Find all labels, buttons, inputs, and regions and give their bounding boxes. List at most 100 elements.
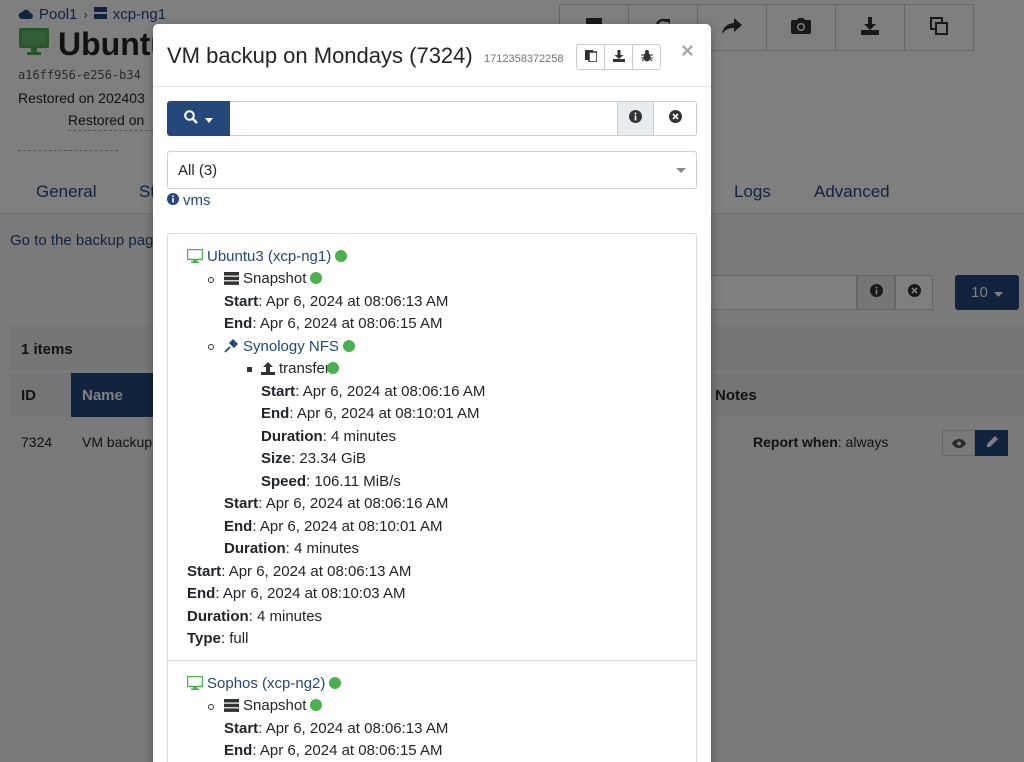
close-circle-icon <box>668 110 682 127</box>
label: End <box>224 518 253 535</box>
label: End <box>261 405 290 422</box>
desktop-icon <box>186 675 204 694</box>
label: Duration <box>261 428 323 445</box>
plug-icon <box>224 338 239 357</box>
value: : Apr 6, 2024 at 08:06:13 AM <box>258 293 449 310</box>
copy-log-button[interactable] <box>576 44 605 70</box>
label: Start <box>224 720 259 737</box>
label: End <box>224 742 253 759</box>
log-panel: Ubuntu3 (xcp-ng1) Snapshot Start: Apr 6,… <box>167 233 697 762</box>
label: End <box>187 585 216 602</box>
vm-duration: Duration: 4 minutes <box>187 608 322 625</box>
search-filter-button[interactable] <box>167 101 230 136</box>
search-icon <box>184 109 198 128</box>
vm-entry: Ubuntu3 (xcp-ng1) <box>186 248 348 267</box>
value: : Apr 6, 2024 at 08:06:15 AM <box>252 315 443 332</box>
label: Size <box>261 450 292 467</box>
bullet <box>208 277 214 283</box>
vm-name-link[interactable]: Ubuntu3 (xcp-ng1) <box>207 248 331 265</box>
value: : 4 minutes <box>248 608 323 625</box>
log-search <box>167 101 697 136</box>
info-icon <box>629 110 642 127</box>
modal-title: VM backup on Mondays (7324) <box>167 43 473 68</box>
value: : Apr 6, 2024 at 08:06:15 AM <box>252 742 443 759</box>
snapshot-end: End: Apr 6, 2024 at 08:06:15 AM <box>224 742 442 759</box>
value: : 4 minutes <box>285 540 360 557</box>
bullet <box>208 344 214 350</box>
remote-end: End: Apr 6, 2024 at 08:10:01 AM <box>224 518 442 535</box>
value: : Apr 6, 2024 at 08:10:01 AM <box>289 405 480 422</box>
vm-name-link[interactable]: Sophos (xcp-ng2) <box>207 675 325 692</box>
status-success-icon <box>342 340 355 352</box>
download-log-button[interactable] <box>604 44 633 70</box>
bullet <box>208 704 214 710</box>
value: : Apr 6, 2024 at 08:06:16 AM <box>258 495 449 512</box>
value: : Apr 6, 2024 at 08:06:13 AM <box>221 563 412 580</box>
value: : Apr 6, 2024 at 08:10:03 AM <box>215 585 406 602</box>
remote-duration: Duration: 4 minutes <box>224 540 359 557</box>
status-filter-value: All (3) <box>178 162 218 179</box>
label: Start <box>224 293 259 310</box>
modal-close-button[interactable]: × <box>681 38 694 64</box>
label: Start <box>224 495 259 512</box>
search-info-button[interactable] <box>618 101 654 136</box>
value: : Apr 6, 2024 at 08:06:13 AM <box>258 720 449 737</box>
value: : Apr 6, 2024 at 08:06:16 AM <box>295 383 486 400</box>
info-icon <box>167 192 179 209</box>
server-icon <box>224 699 239 716</box>
value: : 23.34 GiB <box>291 450 367 467</box>
remote-task: Synology NFS <box>224 338 355 357</box>
status-filter-select[interactable]: All (3) <box>167 151 697 189</box>
transfer-end: End: Apr 6, 2024 at 08:10:01 AM <box>261 405 479 422</box>
label: Start <box>187 563 222 580</box>
label: Start <box>261 383 296 400</box>
status-success-icon <box>326 362 339 374</box>
snapshot-start: Start: Apr 6, 2024 at 08:06:13 AM <box>224 293 448 310</box>
snapshot-end: End: Apr 6, 2024 at 08:06:15 AM <box>224 315 442 332</box>
transfer-task: transfer <box>261 360 339 379</box>
transfer-start: Start: Apr 6, 2024 at 08:06:16 AM <box>261 383 485 400</box>
value: : 4 minutes <box>322 428 397 445</box>
value: : Apr 6, 2024 at 08:10:01 AM <box>252 518 443 535</box>
desktop-icon <box>186 248 204 267</box>
search-clear-button[interactable] <box>654 101 697 136</box>
transfer-speed: Speed: 106.11 MiB/s <box>261 473 401 490</box>
backup-log-modal: VM backup on Mondays (7324) 171235837225… <box>153 24 711 762</box>
transfer-duration: Duration: 4 minutes <box>261 428 396 445</box>
vms-link-label: vms <box>183 192 211 209</box>
vm-end: End: Apr 6, 2024 at 08:10:03 AM <box>187 585 405 602</box>
download-icon <box>612 49 625 66</box>
vm-entry: Sophos (xcp-ng2) <box>186 675 342 694</box>
remote-start: Start: Apr 6, 2024 at 08:06:16 AM <box>224 495 448 512</box>
value: : 106.11 MiB/s <box>306 473 401 490</box>
caret-down-icon <box>676 168 686 173</box>
status-success-icon <box>329 677 342 689</box>
vm-type: Type: full <box>187 630 248 647</box>
label: Duration <box>224 540 286 557</box>
remote-name-link[interactable]: Synology NFS <box>243 338 339 355</box>
vms-link[interactable]: vms <box>167 192 211 209</box>
snapshot-label: Snapshot <box>243 697 307 714</box>
modal-header-buttons <box>576 44 661 70</box>
divider <box>168 660 696 661</box>
label: Speed <box>261 473 307 490</box>
bug-icon <box>640 49 653 66</box>
status-success-icon <box>310 699 323 711</box>
label: Type <box>187 630 221 647</box>
report-bug-button[interactable] <box>632 44 661 70</box>
caret-down-icon <box>205 110 213 127</box>
upload-icon <box>261 362 275 379</box>
bullet <box>247 367 252 372</box>
server-icon <box>224 272 239 289</box>
clipboard-icon <box>584 49 598 66</box>
value: : full <box>220 630 249 647</box>
snapshot-task: Snapshot <box>224 697 323 716</box>
status-success-icon <box>310 272 323 284</box>
search-input[interactable] <box>230 101 618 136</box>
transfer-size: Size: 23.34 GiB <box>261 450 366 467</box>
status-success-icon <box>335 250 348 262</box>
label: Duration <box>187 608 249 625</box>
label: End <box>224 315 253 332</box>
snapshot-start: Start: Apr 6, 2024 at 08:06:13 AM <box>224 720 448 737</box>
snapshot-task: Snapshot <box>224 270 323 289</box>
